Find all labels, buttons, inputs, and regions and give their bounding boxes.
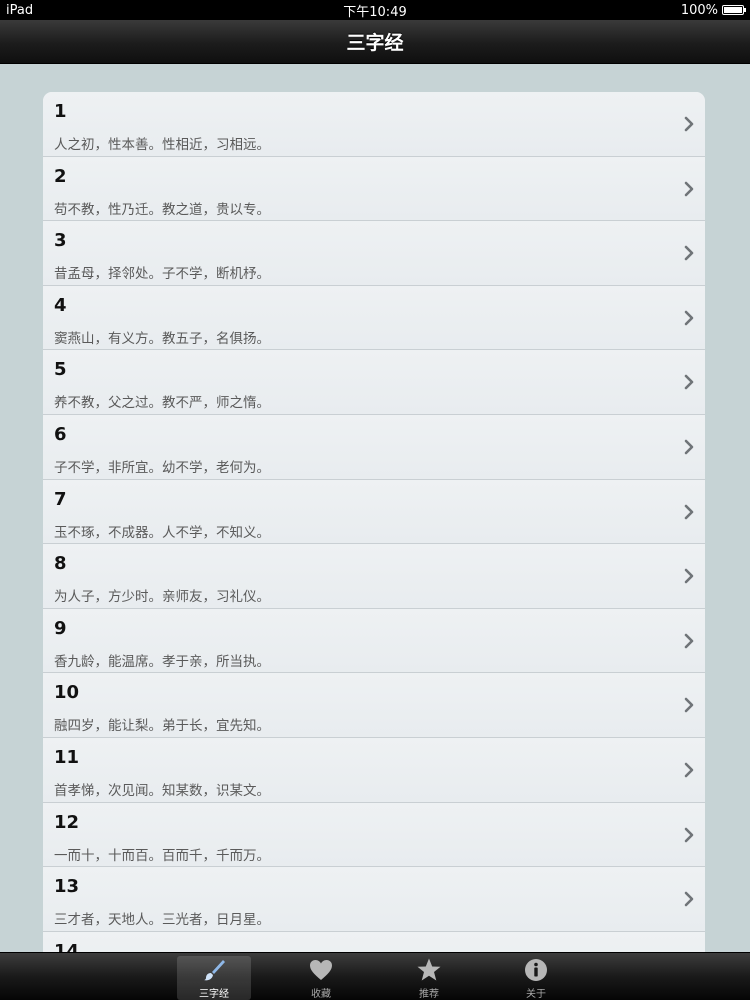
item-verse: 窦燕山，有义方。教五子，名俱扬。	[54, 330, 270, 347]
battery-fill	[724, 7, 742, 13]
item-verse: 一而十，十而百。百而千，千而万。	[54, 847, 270, 864]
app-screen: iPad 下午10:49 100% 三字经 1 人之初，性本善。性相近，习相远。 2…	[0, 0, 750, 1000]
item-number: 1	[54, 101, 67, 122]
list-item[interactable]: 7 玉不琢，不成器。人不学，不知义。	[43, 479, 705, 545]
page-title: 三字经	[346, 32, 404, 54]
item-number: 7	[54, 488, 67, 510]
navigation-bar: 三字经	[0, 20, 750, 64]
chevron-right-icon	[682, 631, 696, 651]
list-item[interactable]: 13 三才者，天地人。三光者，日月星。	[43, 867, 705, 932]
item-number: 5	[54, 359, 67, 381]
item-number: 14	[54, 940, 80, 952]
tab-sanzijing[interactable]: 三字经	[177, 956, 251, 1000]
item-number: 10	[54, 682, 80, 704]
tab-label: 推荐	[419, 989, 439, 1000]
list-item[interactable]: 5 养不教，父之过。教不严，师之惰。	[43, 350, 705, 415]
item-number: 2	[54, 165, 67, 187]
battery-percent: 100%	[680, 2, 718, 18]
item-verse: 为人子，方少时。亲师友，习礼仪。	[54, 589, 270, 606]
star-icon	[414, 956, 444, 984]
list-item[interactable]: 11 首孝悌，次见闻。知某数，识某文。	[43, 737, 705, 803]
item-verse: 玉不琢，不成器。人不学，不知义。	[54, 524, 270, 541]
item-verse: 三才者，天地人。三光者，日月星。	[54, 912, 270, 929]
chevron-right-icon	[682, 889, 696, 909]
item-number: 13	[54, 876, 80, 898]
item-verse: 人之初，性本善。性相近，习相远。	[54, 137, 270, 153]
status-time: 下午10:49	[343, 4, 407, 20]
chevron-right-icon	[682, 114, 696, 134]
list-item[interactable]: 1 人之初，性本善。性相近，习相远。	[43, 92, 705, 157]
item-verse: 融四岁，能让梨。弟于长，宜先知。	[54, 718, 270, 735]
battery-icon	[722, 5, 746, 15]
item-number: 4	[54, 294, 67, 316]
tab-label: 关于	[526, 989, 546, 1000]
item-verse: 苟不教，性乃迁。教之道，贵以专。	[54, 201, 270, 218]
chevron-right-icon	[682, 179, 696, 199]
tab-favorites[interactable]: 收藏	[284, 956, 358, 1000]
tab-label: 收藏	[311, 989, 331, 1000]
status-bar: iPad 下午10:49 100%	[0, 0, 750, 20]
item-number: 12	[54, 811, 80, 833]
chevron-right-icon	[682, 437, 696, 457]
list-item[interactable]: 10 融四岁，能让梨。弟于长，宜先知。	[43, 673, 705, 738]
item-verse: 子不学，非所宜。幼不学，老何为。	[54, 459, 270, 476]
tab-label: 三字经	[199, 989, 229, 1000]
item-verse: 首孝悌，次见闻。知某数，识某文。	[54, 782, 270, 799]
tab-bar: 三字经 收藏 推荐 关于	[0, 952, 750, 1000]
device-label: iPad	[6, 2, 34, 18]
content-area[interactable]: 1 人之初，性本善。性相近，习相远。 2 苟不教，性乃迁。教之道，贵以专。 3 昔孟母，择…	[0, 64, 750, 952]
chevron-right-icon	[682, 825, 696, 845]
list-item[interactable]: 4 窦燕山，有义方。教五子，名俱扬。	[43, 285, 705, 351]
list-item[interactable]: 8 为人子，方少时。亲师友，习礼仪。	[43, 544, 705, 609]
item-verse: 昔孟母，择邻处。子不学，断机杼。	[54, 266, 270, 283]
chevron-right-icon	[682, 372, 696, 392]
item-verse: 养不教，父之过。教不严，师之惰。	[54, 395, 270, 412]
tab-about[interactable]: 关于	[499, 956, 573, 1000]
chevron-right-icon	[682, 695, 696, 715]
item-number: 6	[54, 423, 67, 445]
heart-icon	[306, 956, 336, 984]
list-item[interactable]: 9 香九龄，能温席。孝于亲，所当执。	[43, 608, 705, 674]
tab-recommend[interactable]: 推荐	[392, 956, 466, 1000]
chevron-right-icon	[682, 760, 696, 780]
chevron-right-icon	[682, 502, 696, 522]
verse-list: 1 人之初，性本善。性相近，习相远。 2 苟不教，性乃迁。教之道，贵以专。 3 昔孟母，择…	[43, 92, 705, 952]
list-item[interactable]: 12 一而十，十而百。百而千，千而万。	[43, 802, 705, 868]
item-number: 3	[54, 230, 67, 252]
chevron-right-icon	[682, 308, 696, 328]
list-item[interactable]: 3 昔孟母，择邻处。子不学，断机杼。	[43, 221, 705, 286]
info-icon	[521, 956, 551, 984]
list-item[interactable]: 6 子不学，非所宜。幼不学，老何为。	[43, 414, 705, 480]
item-number: 11	[54, 746, 80, 768]
chevron-right-icon	[682, 243, 696, 263]
item-verse: 香九龄，能温席。孝于亲，所当执。	[54, 653, 270, 670]
item-number: 8	[54, 553, 67, 575]
brush-icon	[199, 956, 229, 984]
chevron-right-icon	[682, 566, 696, 586]
item-number: 9	[54, 617, 67, 639]
list-item[interactable]: 14	[43, 931, 705, 952]
list-item[interactable]: 2 苟不教，性乃迁。教之道，贵以专。	[43, 156, 705, 222]
